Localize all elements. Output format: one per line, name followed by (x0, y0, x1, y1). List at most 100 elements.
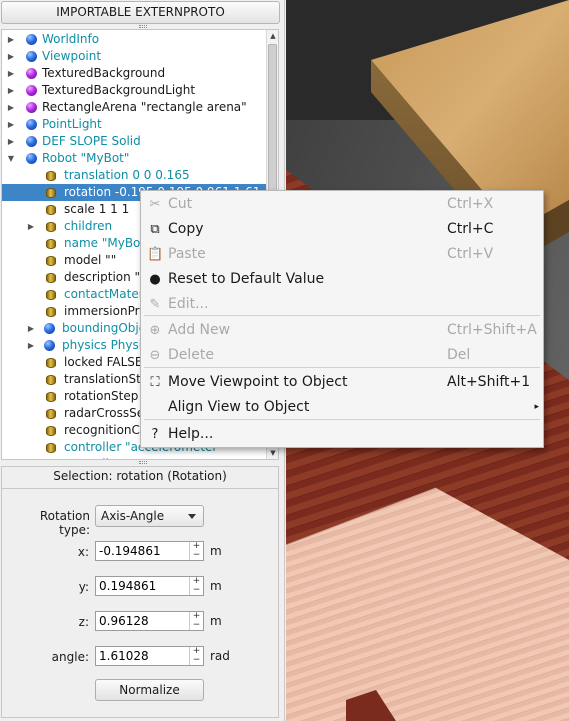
purple-sphere-icon (26, 85, 37, 96)
menu-item-delete[interactable]: ⊖ Delete Del (141, 343, 543, 368)
menu-item-label: Copy (168, 221, 204, 237)
field-cylinder-icon (46, 256, 56, 266)
context-menu: ✂ Cut Ctrl+X ⧉ Copy Ctrl+C 📋 Paste Ctrl+V ● Reset … (140, 190, 544, 448)
tree-node-label: PointLight (42, 117, 102, 131)
blue-sphere-icon (44, 323, 55, 334)
tree-node[interactable]: ▶ PointLight (2, 116, 267, 133)
angle-unit: rad (210, 649, 230, 663)
z-spinbox[interactable]: +− (95, 611, 204, 631)
delete-icon: ⊖ (149, 348, 161, 363)
y-input[interactable] (96, 577, 189, 595)
menu-item-help[interactable]: ? Help... (141, 422, 543, 447)
expand-arrow-icon[interactable]: ▶ (6, 31, 16, 48)
tree-node[interactable]: ▶ Viewpoint (2, 48, 267, 65)
field-cylinder-icon (46, 239, 56, 249)
tree-node[interactable]: ▶ RectangleArena "rectangle arena" (2, 99, 267, 116)
tree-node[interactable]: ▶ WorldInfo (2, 31, 267, 48)
scroll-down-icon[interactable]: ▼ (267, 447, 278, 459)
rotation-type-value: Axis-Angle (101, 509, 165, 523)
menu-item-label: Move Viewpoint to Object (168, 374, 348, 390)
y-spinbox[interactable]: +− (95, 576, 204, 596)
field-cylinder-icon (46, 443, 56, 453)
tree-field-label: description "" (64, 270, 146, 284)
tree-field-label: scale 1 1 1 (64, 202, 130, 216)
divider (2, 488, 278, 489)
menu-item-add-new[interactable]: ⊕ Add New Ctrl+Shift+A (141, 318, 543, 343)
tree-node[interactable]: ▼ Robot "MyBot" (2, 150, 267, 167)
menu-item-shortcut: Ctrl+Shift+A (447, 322, 537, 338)
menu-item-move-viewpoint-to-object[interactable]: ⛶ Move Viewpoint to Object Alt+Shift+1 (141, 370, 543, 395)
expand-arrow-icon[interactable]: ▶ (26, 337, 36, 354)
menu-item-align-view-to-object[interactable]: Align View to Object ▸ (141, 395, 543, 420)
menu-item-copy[interactable]: ⧉ Copy Ctrl+C (141, 217, 543, 242)
tree-node[interactable]: ▶ TexturedBackgroundLight (2, 82, 267, 99)
blue-sphere-icon (26, 136, 37, 147)
expand-arrow-icon[interactable]: ▶ (6, 65, 16, 82)
field-cylinder-icon (46, 171, 56, 181)
edit-icon: ✎ (149, 297, 161, 312)
tree-field-label: locked FALSE (64, 355, 143, 369)
field-cylinder-icon (46, 222, 56, 232)
y-stepper-icon[interactable]: + − (189, 577, 203, 595)
blue-sphere-icon (26, 119, 37, 130)
z-unit: m (210, 614, 222, 628)
tree-field-label: translation 0 0 0.165 (64, 168, 190, 182)
expand-arrow-icon[interactable]: ▶ (26, 218, 36, 235)
x-spinbox[interactable]: +− (95, 541, 204, 561)
add-icon: ⊕ (149, 323, 161, 338)
tree-node-label: DEF SLOPE Solid (42, 134, 141, 148)
tree-field-label: model "" (64, 253, 117, 267)
menu-item-label: Add New (168, 322, 231, 338)
tree-field[interactable]: translation 0 0 0.165 (2, 167, 267, 184)
menu-item-shortcut: Ctrl+X (447, 196, 494, 212)
expand-arrow-icon[interactable]: ▶ (6, 82, 16, 99)
blue-sphere-icon (26, 51, 37, 62)
menu-item-cut[interactable]: ✂ Cut Ctrl+X (141, 192, 543, 217)
x-stepper-icon[interactable]: + − (189, 542, 203, 560)
menu-item-paste[interactable]: 📋 Paste Ctrl+V (141, 242, 543, 267)
blue-sphere-icon (26, 153, 37, 164)
x-unit: m (210, 544, 222, 558)
field-cylinder-icon (46, 273, 56, 283)
field-cylinder-icon (46, 375, 56, 385)
y-label: y: (78, 580, 89, 594)
tree-field[interactable]: controllerArgs (2, 456, 267, 459)
expand-arrow-icon[interactable]: ▶ (26, 320, 36, 337)
x-input[interactable] (96, 542, 189, 560)
blue-sphere-icon (44, 340, 55, 351)
field-cylinder-icon (46, 205, 56, 215)
cut-icon: ✂ (149, 197, 161, 212)
angle-spinbox[interactable]: +− (95, 646, 204, 666)
menu-item-edit[interactable]: ✎ Edit... (141, 292, 543, 317)
tree-node-label: Robot "MyBot" (42, 151, 130, 165)
tree-node-label: TexturedBackgroundLight (42, 83, 196, 97)
menu-item-reset-to-default-value[interactable]: ● Reset to Default Value (141, 267, 543, 292)
splitter-grip[interactable] (139, 25, 147, 28)
z-stepper-icon[interactable]: + − (189, 612, 203, 630)
reset-icon: ● (149, 272, 161, 287)
menu-item-label: Delete (168, 347, 214, 363)
rotation-type-select[interactable]: Axis-Angle (95, 505, 204, 527)
menu-item-shortcut: Ctrl+V (447, 246, 494, 262)
angle-input[interactable] (96, 647, 189, 665)
expand-arrow-icon[interactable]: ▶ (6, 99, 16, 116)
tree-node-label: RectangleArena "rectangle arena" (42, 100, 247, 114)
z-input[interactable] (96, 612, 189, 630)
splitter-grip-lower[interactable] (139, 461, 147, 464)
expand-arrow-icon[interactable]: ▶ (6, 116, 16, 133)
blue-sphere-icon (26, 34, 37, 45)
scroll-up-icon[interactable]: ▲ (267, 30, 278, 42)
tree-node-label: Viewpoint (42, 49, 102, 63)
angle-stepper-icon[interactable]: + − (189, 647, 203, 665)
menu-item-label: Align View to Object (168, 399, 310, 415)
normalize-button[interactable]: Normalize (95, 679, 204, 701)
expand-arrow-icon[interactable]: ▶ (6, 133, 16, 150)
tree-node[interactable]: ▶ DEF SLOPE Solid (2, 133, 267, 150)
expand-arrow-icon[interactable]: ▶ (6, 48, 16, 65)
tree-node[interactable]: ▶ TexturedBackground (2, 65, 267, 82)
tree-node-label: WorldInfo (42, 32, 100, 46)
z-label: z: (78, 615, 89, 629)
submenu-arrow-icon: ▸ (534, 402, 539, 412)
collapse-arrow-icon[interactable]: ▼ (6, 150, 16, 167)
importable-externproto-button[interactable]: IMPORTABLE EXTERNPROTO (1, 1, 280, 24)
